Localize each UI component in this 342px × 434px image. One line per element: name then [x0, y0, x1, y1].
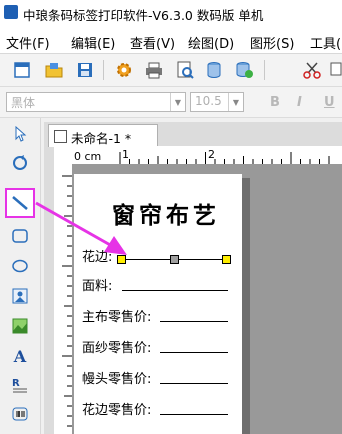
annotation-arrow [35, 201, 127, 255]
